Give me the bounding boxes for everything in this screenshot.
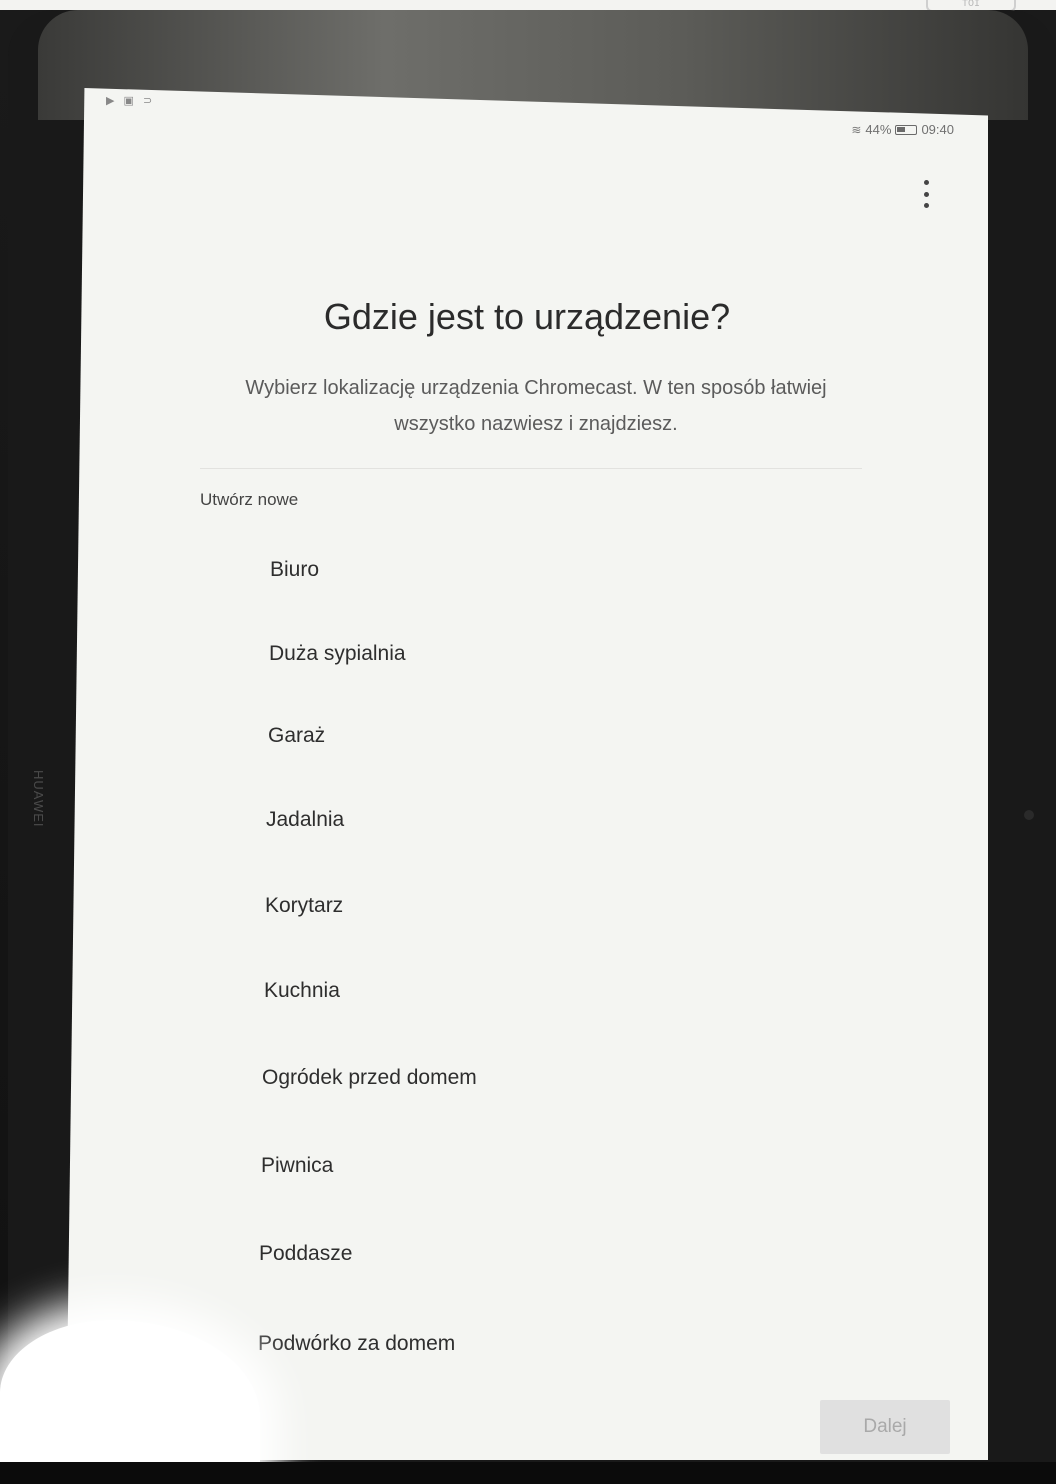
list-item-poddasze[interactable]: Poddasze xyxy=(259,1242,352,1266)
menu-dot xyxy=(923,180,929,185)
list-item-ogrodek-przed-domem[interactable]: Ogródek przed domem xyxy=(262,1066,477,1090)
list-item-duza-sypialnia[interactable]: Duża sypialnia xyxy=(269,642,406,666)
menu-dot xyxy=(923,203,929,208)
page-subtitle: Wybierz lokalizację urządzenia Chromecas… xyxy=(245,377,827,435)
camera-icon xyxy=(1024,810,1034,820)
menu-dot xyxy=(923,191,929,197)
list-item-garaz[interactable]: Garaż xyxy=(268,724,325,748)
create-new-option[interactable]: Utwórz nowe xyxy=(200,490,298,510)
divider xyxy=(200,468,862,469)
list-item-biuro[interactable]: Biuro xyxy=(270,558,319,582)
list-item-jadalnia[interactable]: Jadalnia xyxy=(266,808,344,832)
page-title: Gdzie jest to urządzenie? xyxy=(323,296,731,337)
status-bar-right: ≋ 44% 09:40 xyxy=(851,122,954,137)
app-screen: ▶ ▣ ⊃ ≋ 44% 09:40 Gdzie jest to urządzen… xyxy=(66,88,988,1460)
bottom-bar xyxy=(0,1462,1056,1484)
wifi-icon: ≋ xyxy=(851,122,862,137)
status-time: 09:40 xyxy=(921,122,954,137)
next-button[interactable]: Dalej xyxy=(820,1400,950,1454)
list-item-podworko-za-domem[interactable]: Podwórko za domem xyxy=(258,1332,455,1356)
brand-logo: HUAWEI xyxy=(31,770,46,828)
battery-percent: 44% xyxy=(865,122,892,137)
background-strip xyxy=(0,0,1056,10)
photo-frame: TOI HUAWEI ▶ ▣ ⊃ ≋ 44% 09:40 Gdzie jest … xyxy=(0,0,1056,1484)
list-item-korytarz[interactable]: Korytarz xyxy=(265,894,343,918)
more-vert-icon[interactable] xyxy=(920,180,932,208)
battery-icon xyxy=(895,124,918,135)
list-item-kuchnia[interactable]: Kuchnia xyxy=(264,979,340,1003)
list-item-piwnica[interactable]: Piwnica xyxy=(261,1154,333,1178)
status-notification-icons: ▶ ▣ ⊃ xyxy=(106,95,156,107)
